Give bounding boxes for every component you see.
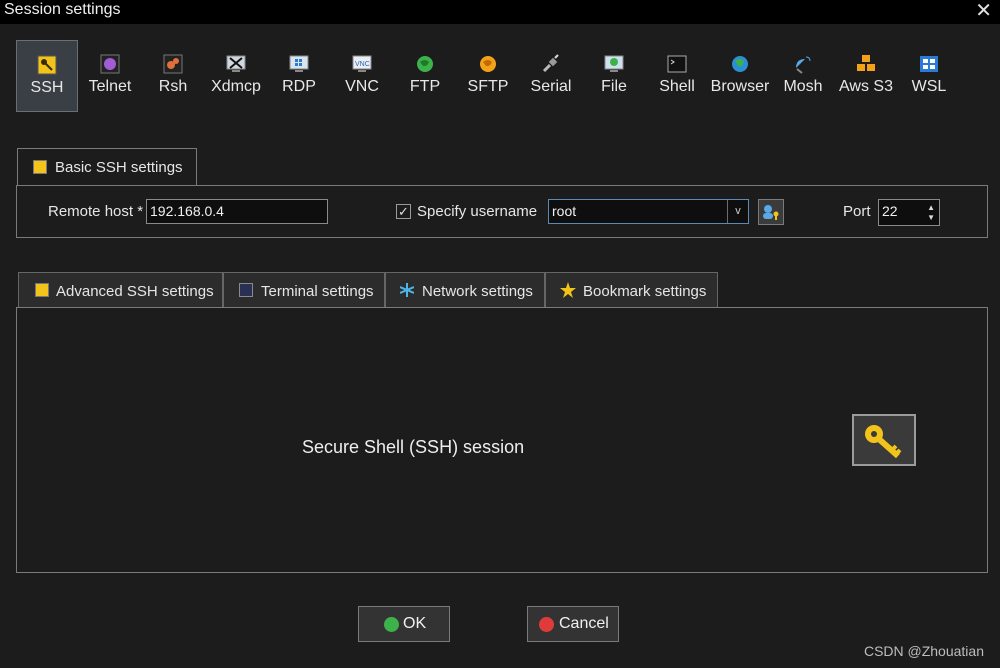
terminal-icon	[239, 283, 253, 297]
port-label: Port	[843, 203, 871, 220]
shell-terminal-icon	[667, 54, 687, 74]
ssh-key-icon	[37, 55, 57, 75]
remote-host-label: Remote host *	[48, 203, 144, 220]
specify-username-checkbox[interactable]: ✓	[396, 204, 411, 219]
ok-button[interactable]: OK	[358, 606, 450, 642]
rdp-icon	[289, 54, 309, 74]
tool-vnc[interactable]: VNC VNC	[331, 40, 393, 112]
vnc-icon: VNC	[352, 54, 372, 74]
tool-rsh[interactable]: Rsh	[142, 40, 204, 112]
star-icon	[560, 282, 576, 298]
ssh-key-large-icon	[852, 414, 916, 466]
wsl-windows-icon	[919, 54, 939, 74]
tab-advanced-ssh-settings[interactable]: Advanced SSH settings	[18, 272, 223, 308]
wrench-icon	[33, 160, 47, 174]
cancel-x-icon	[539, 617, 554, 632]
watermark: CSDN @Zhouatian	[863, 643, 984, 659]
tool-rdp[interactable]: RDP	[268, 40, 330, 112]
tool-xdmcp[interactable]: Xdmcp	[205, 40, 267, 112]
tool-wsl[interactable]: WSL	[898, 40, 960, 112]
username-combobox[interactable]: root v	[548, 199, 749, 224]
tool-file[interactable]: File	[583, 40, 645, 112]
tab-bookmark-settings[interactable]: Bookmark settings	[545, 272, 718, 308]
tool-aws-s3[interactable]: Aws S3	[835, 40, 897, 112]
tool-serial[interactable]: Serial	[520, 40, 582, 112]
specify-username-label: Specify username	[417, 203, 538, 220]
tool-mosh[interactable]: Mosh	[772, 40, 834, 112]
ftp-globe-icon	[415, 54, 435, 74]
username-value: root	[552, 203, 577, 219]
file-monitor-icon	[604, 54, 624, 74]
tool-ftp[interactable]: FTP	[394, 40, 456, 112]
port-spinbox[interactable]: 22 ▲ ▼	[878, 199, 940, 226]
spin-up-icon[interactable]: ▲	[927, 204, 935, 212]
chevron-down-icon[interactable]: v	[727, 200, 748, 223]
user-credentials-button[interactable]	[758, 199, 784, 225]
basic-settings-panel: Remote host * 192.168.0.4 ✓ Specify user…	[16, 185, 988, 238]
spin-down-icon[interactable]: ▼	[927, 214, 935, 222]
svg-text:VNC: VNC	[355, 61, 370, 68]
tab-terminal-settings[interactable]: Terminal settings	[223, 272, 385, 308]
title-bar: Session settings ✕	[0, 0, 1000, 24]
wrench-icon	[35, 283, 49, 297]
tool-ssh[interactable]: SSH	[16, 40, 78, 112]
tool-sftp[interactable]: SFTP	[457, 40, 519, 112]
cancel-button[interactable]: Cancel	[527, 606, 619, 642]
tab-basic-ssh-settings[interactable]: Basic SSH settings	[17, 148, 197, 186]
telnet-icon	[100, 54, 120, 74]
remote-host-input[interactable]: 192.168.0.4	[146, 199, 328, 224]
xdmcp-icon	[226, 54, 246, 74]
rsh-icon	[163, 54, 183, 74]
browser-globe-icon	[730, 54, 750, 74]
sftp-globe-icon	[478, 54, 498, 74]
network-star-icon	[399, 283, 415, 297]
session-description: Secure Shell (SSH) session	[302, 437, 525, 457]
session-description-panel: Secure Shell (SSH) session	[16, 307, 988, 573]
user-key-icon	[763, 205, 779, 220]
window-title: Session settings	[4, 1, 121, 18]
check-icon	[384, 617, 399, 632]
close-icon[interactable]: ✕	[975, 0, 992, 23]
mosh-satellite-icon	[793, 54, 813, 74]
serial-plug-icon	[541, 54, 561, 74]
tool-telnet[interactable]: Telnet	[79, 40, 141, 112]
tool-shell[interactable]: Shell	[646, 40, 708, 112]
tool-browser[interactable]: Browser	[709, 40, 771, 112]
aws-s3-cubes-icon	[856, 54, 876, 74]
session-type-toolbar: SSH Telnet Rsh Xdmcp RDP VNC VNC FTP SFT…	[16, 40, 966, 114]
port-value: 22	[882, 203, 898, 219]
tab-network-settings[interactable]: Network settings	[385, 272, 545, 308]
